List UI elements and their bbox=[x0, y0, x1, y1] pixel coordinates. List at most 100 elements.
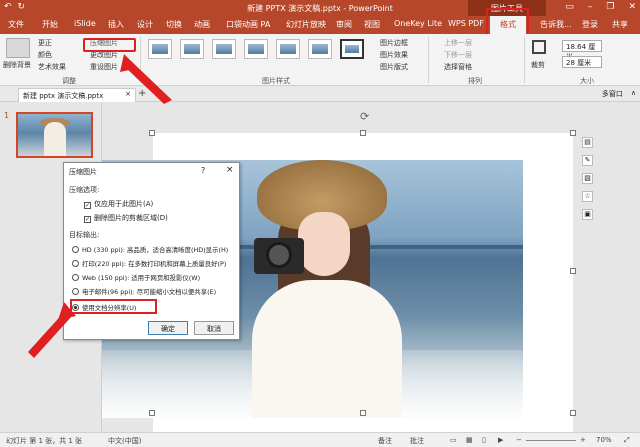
picture-style-7[interactable] bbox=[340, 39, 364, 59]
title-bar: ↶ ↻ 新建 PPTX 演示文稿.pptx - PowerPoint 图片工具 … bbox=[0, 0, 640, 16]
share-button[interactable]: 共享 bbox=[612, 19, 628, 30]
checkbox-apply-only-this[interactable]: ✓ 仅应用于此图片(A) bbox=[84, 199, 153, 209]
close-icon[interactable]: × bbox=[226, 165, 234, 175]
tab-islide[interactable]: iSlide bbox=[74, 19, 96, 28]
tab-home[interactable]: 开始 bbox=[42, 19, 58, 30]
document-tab-bar: 新建 pptx 演示文稿.pptx × + 多窗口 ∧ bbox=[0, 87, 640, 102]
restore-icon[interactable]: ❐ bbox=[606, 2, 614, 12]
help-icon[interactable]: ? bbox=[201, 166, 205, 175]
picture-style-6[interactable] bbox=[308, 39, 332, 59]
format-icon[interactable]: ▣ bbox=[582, 209, 593, 220]
reset-picture-button[interactable]: 重设图片 bbox=[90, 62, 118, 72]
zoom-slider[interactable] bbox=[526, 440, 576, 441]
tab-view[interactable]: 视图 bbox=[364, 19, 380, 30]
resize-handle[interactable] bbox=[570, 268, 576, 274]
tab-wps-pdf[interactable]: WPS PDF bbox=[448, 19, 484, 28]
checkbox-label: 删除图片的剪裁区域(D) bbox=[94, 214, 168, 222]
new-tab-icon[interactable]: + bbox=[138, 88, 146, 99]
group-label-size: 大小 bbox=[580, 77, 594, 85]
resize-handle[interactable] bbox=[570, 410, 576, 416]
sorter-view-icon[interactable]: ▦ bbox=[466, 436, 473, 444]
tab-onekey[interactable]: OneKey Lite bbox=[394, 19, 442, 28]
picture-style-5[interactable] bbox=[276, 39, 300, 59]
crop-button[interactable]: 裁剪 bbox=[531, 60, 545, 70]
radio-label: HD (330 ppi): 高品质，适合高清晰度(HD)显示(H) bbox=[82, 246, 229, 254]
tell-me-search[interactable]: 告诉我... bbox=[540, 19, 572, 30]
picture-style-1[interactable] bbox=[148, 39, 172, 59]
remove-background-button[interactable]: 删除背景 bbox=[3, 60, 31, 70]
tab-slideshow[interactable]: 幻灯片放映 bbox=[286, 19, 326, 30]
minimize-icon[interactable]: – bbox=[588, 2, 593, 12]
animation-icon[interactable]: ☆ bbox=[582, 191, 593, 202]
close-tab-icon[interactable]: × bbox=[125, 90, 131, 98]
picture-layout-button[interactable]: 图片版式 bbox=[380, 62, 408, 72]
radio-hd[interactable]: HD (330 ppi): 高品质，适合高清晰度(HD)显示(H) bbox=[72, 245, 228, 254]
radio-web[interactable]: Web (150 ppi): 适用于网页和投影仪(W) bbox=[72, 273, 200, 282]
crop-icon[interactable] bbox=[532, 40, 546, 54]
slide-thumbnail[interactable] bbox=[16, 112, 93, 158]
style-icon[interactable]: ▧ bbox=[582, 173, 593, 184]
corrections-button[interactable]: 更正 bbox=[38, 38, 52, 48]
slide-number: 1 bbox=[4, 111, 10, 120]
selection-pane-button[interactable]: 选择窗格 bbox=[444, 62, 472, 72]
tab-review[interactable]: 审阅 bbox=[336, 19, 352, 30]
zoom-level[interactable]: 70% bbox=[596, 436, 612, 444]
layout-options-icon[interactable]: ▤ bbox=[582, 137, 593, 148]
normal-view-icon[interactable]: ▭ bbox=[450, 436, 457, 444]
dialog-title: 压缩图片 bbox=[69, 168, 97, 176]
color-button[interactable]: 颜色 bbox=[38, 50, 52, 60]
resize-handle[interactable] bbox=[360, 410, 366, 416]
radio-email[interactable]: 电子邮件(96 ppi): 尽可能缩小文档以便共享(E) bbox=[72, 287, 216, 296]
resize-handle[interactable] bbox=[149, 130, 155, 136]
picture-style-2[interactable] bbox=[180, 39, 204, 59]
zoom-out-icon[interactable]: − bbox=[516, 436, 522, 444]
picture-style-4[interactable] bbox=[244, 39, 268, 59]
tab-file[interactable]: 文件 bbox=[8, 19, 24, 30]
radio-label: 电子邮件(96 ppi): 尽可能缩小文档以便共享(E) bbox=[82, 288, 217, 296]
group-label-adjust: 调整 bbox=[62, 77, 76, 85]
send-backward-button[interactable]: 下移一层 bbox=[444, 50, 472, 60]
collapse-icon[interactable]: ∧ bbox=[631, 89, 636, 99]
design-ideas-icon[interactable]: ✎ bbox=[582, 155, 593, 166]
tab-animations[interactable]: 动画 bbox=[194, 19, 210, 30]
slideshow-view-icon[interactable]: ▶ bbox=[498, 436, 503, 444]
doc-tools: 多窗口 ∧ bbox=[602, 89, 636, 99]
cancel-button[interactable]: 取消 bbox=[194, 321, 234, 335]
resize-handle[interactable] bbox=[149, 410, 155, 416]
multi-window-button[interactable]: 多窗口 bbox=[602, 89, 623, 99]
width-field[interactable]: 28 厘米 bbox=[562, 56, 602, 68]
height-field[interactable]: 18.64 厘米 bbox=[562, 40, 602, 61]
fit-window-icon[interactable]: ⤢ bbox=[624, 436, 630, 445]
separator bbox=[140, 37, 141, 83]
checkbox-label: 仅应用于此图片(A) bbox=[94, 200, 154, 208]
checkbox-delete-cropped[interactable]: ✓ 删除图片的剪裁区域(D) bbox=[84, 213, 168, 223]
picture-style-3[interactable] bbox=[212, 39, 236, 59]
picture-border-button[interactable]: 图片边框 bbox=[380, 38, 408, 48]
tab-insert[interactable]: 插入 bbox=[108, 19, 124, 30]
rotate-handle-icon[interactable]: ⟳ bbox=[360, 110, 369, 123]
notes-button[interactable]: 备注 bbox=[378, 436, 392, 446]
sign-in[interactable]: 登录 bbox=[582, 19, 598, 30]
resize-handle[interactable] bbox=[360, 130, 366, 136]
tab-design[interactable]: 设计 bbox=[137, 19, 153, 30]
group-label-arrange: 排列 bbox=[468, 77, 482, 85]
remove-background-icon[interactable] bbox=[6, 38, 30, 58]
bring-forward-button[interactable]: 上移一层 bbox=[444, 38, 472, 48]
close-icon[interactable]: ✕ bbox=[628, 2, 636, 12]
reading-view-icon[interactable]: ▯ bbox=[482, 436, 486, 444]
zoom-in-icon[interactable]: + bbox=[580, 436, 586, 444]
language-indicator[interactable]: 中文(中国) bbox=[108, 436, 141, 446]
ok-button[interactable]: 确定 bbox=[148, 321, 188, 335]
tab-pocket-animation[interactable]: 口袋动画 PA bbox=[226, 19, 270, 30]
tab-transitions[interactable]: 切换 bbox=[166, 19, 182, 30]
comments-button[interactable]: 批注 bbox=[410, 436, 424, 446]
radio-print[interactable]: 打印(220 ppi): 在多数打印机和屏幕上质量良好(P) bbox=[72, 259, 226, 268]
document-tab[interactable]: 新建 pptx 演示文稿.pptx × bbox=[18, 88, 136, 102]
artistic-effects-button[interactable]: 艺术效果 bbox=[38, 62, 66, 72]
separator bbox=[524, 37, 525, 83]
resize-handle[interactable] bbox=[570, 130, 576, 136]
ribbon-display-icon[interactable]: ▭ bbox=[565, 2, 574, 12]
highlight-format-tab bbox=[486, 8, 529, 36]
document-tab-label: 新建 pptx 演示文稿.pptx bbox=[23, 92, 104, 100]
picture-effects-button[interactable]: 图片效果 bbox=[380, 50, 408, 60]
